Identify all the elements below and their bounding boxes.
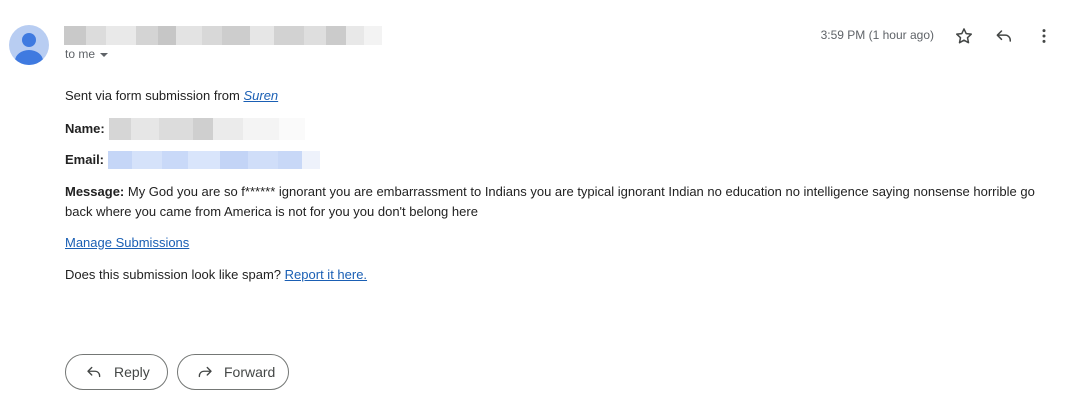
email-redacted <box>108 151 321 169</box>
timestamp: 3:59 PM (1 hour ago) <box>820 28 934 42</box>
reply-icon <box>84 362 104 382</box>
email-line: Email: <box>65 150 321 170</box>
reply-icon <box>996 30 1011 42</box>
spam-prefix: Does this submission look like spam? <box>65 267 282 282</box>
manage-line: Manage Submissions <box>65 233 189 253</box>
sent-via-link[interactable]: Suren <box>243 88 278 103</box>
name-line: Name: <box>65 118 305 140</box>
sender-redacted <box>64 26 382 45</box>
forward-button-label: Forward <box>224 364 276 380</box>
name-redacted <box>108 118 305 140</box>
forward-button[interactable]: Forward <box>177 354 289 390</box>
name-label: Name: <box>65 121 105 136</box>
sent-via-prefix: Sent via form submission from <box>65 88 240 103</box>
report-spam-link[interactable]: Report it here. <box>285 267 367 282</box>
more-options-button[interactable] <box>1032 24 1056 48</box>
more-vert-icon <box>1042 29 1046 43</box>
message-line: Message: My God you are so f****** ignor… <box>65 182 1050 222</box>
recipient-details-toggle[interactable]: to me <box>65 47 109 61</box>
sent-via-line: Sent via form submission from Suren <box>65 86 278 106</box>
reply-icon-button[interactable] <box>992 24 1016 48</box>
reply-button[interactable]: Reply <box>65 354 168 390</box>
message-label: Message: <box>65 184 125 199</box>
email-label: Email: <box>65 152 105 167</box>
sender-avatar[interactable] <box>9 25 49 65</box>
star-button[interactable] <box>952 24 976 48</box>
spam-line: Does this submission look like spam? Rep… <box>65 265 367 285</box>
recipient-label: to me <box>65 47 96 61</box>
message-text: My God you are so f****** ignorant you a… <box>65 184 1035 219</box>
forward-icon <box>196 362 214 382</box>
reply-button-label: Reply <box>114 364 150 380</box>
manage-submissions-link[interactable]: Manage Submissions <box>65 235 189 250</box>
chevron-down-icon <box>100 52 109 57</box>
star-icon <box>956 28 972 44</box>
person-icon <box>15 33 43 65</box>
